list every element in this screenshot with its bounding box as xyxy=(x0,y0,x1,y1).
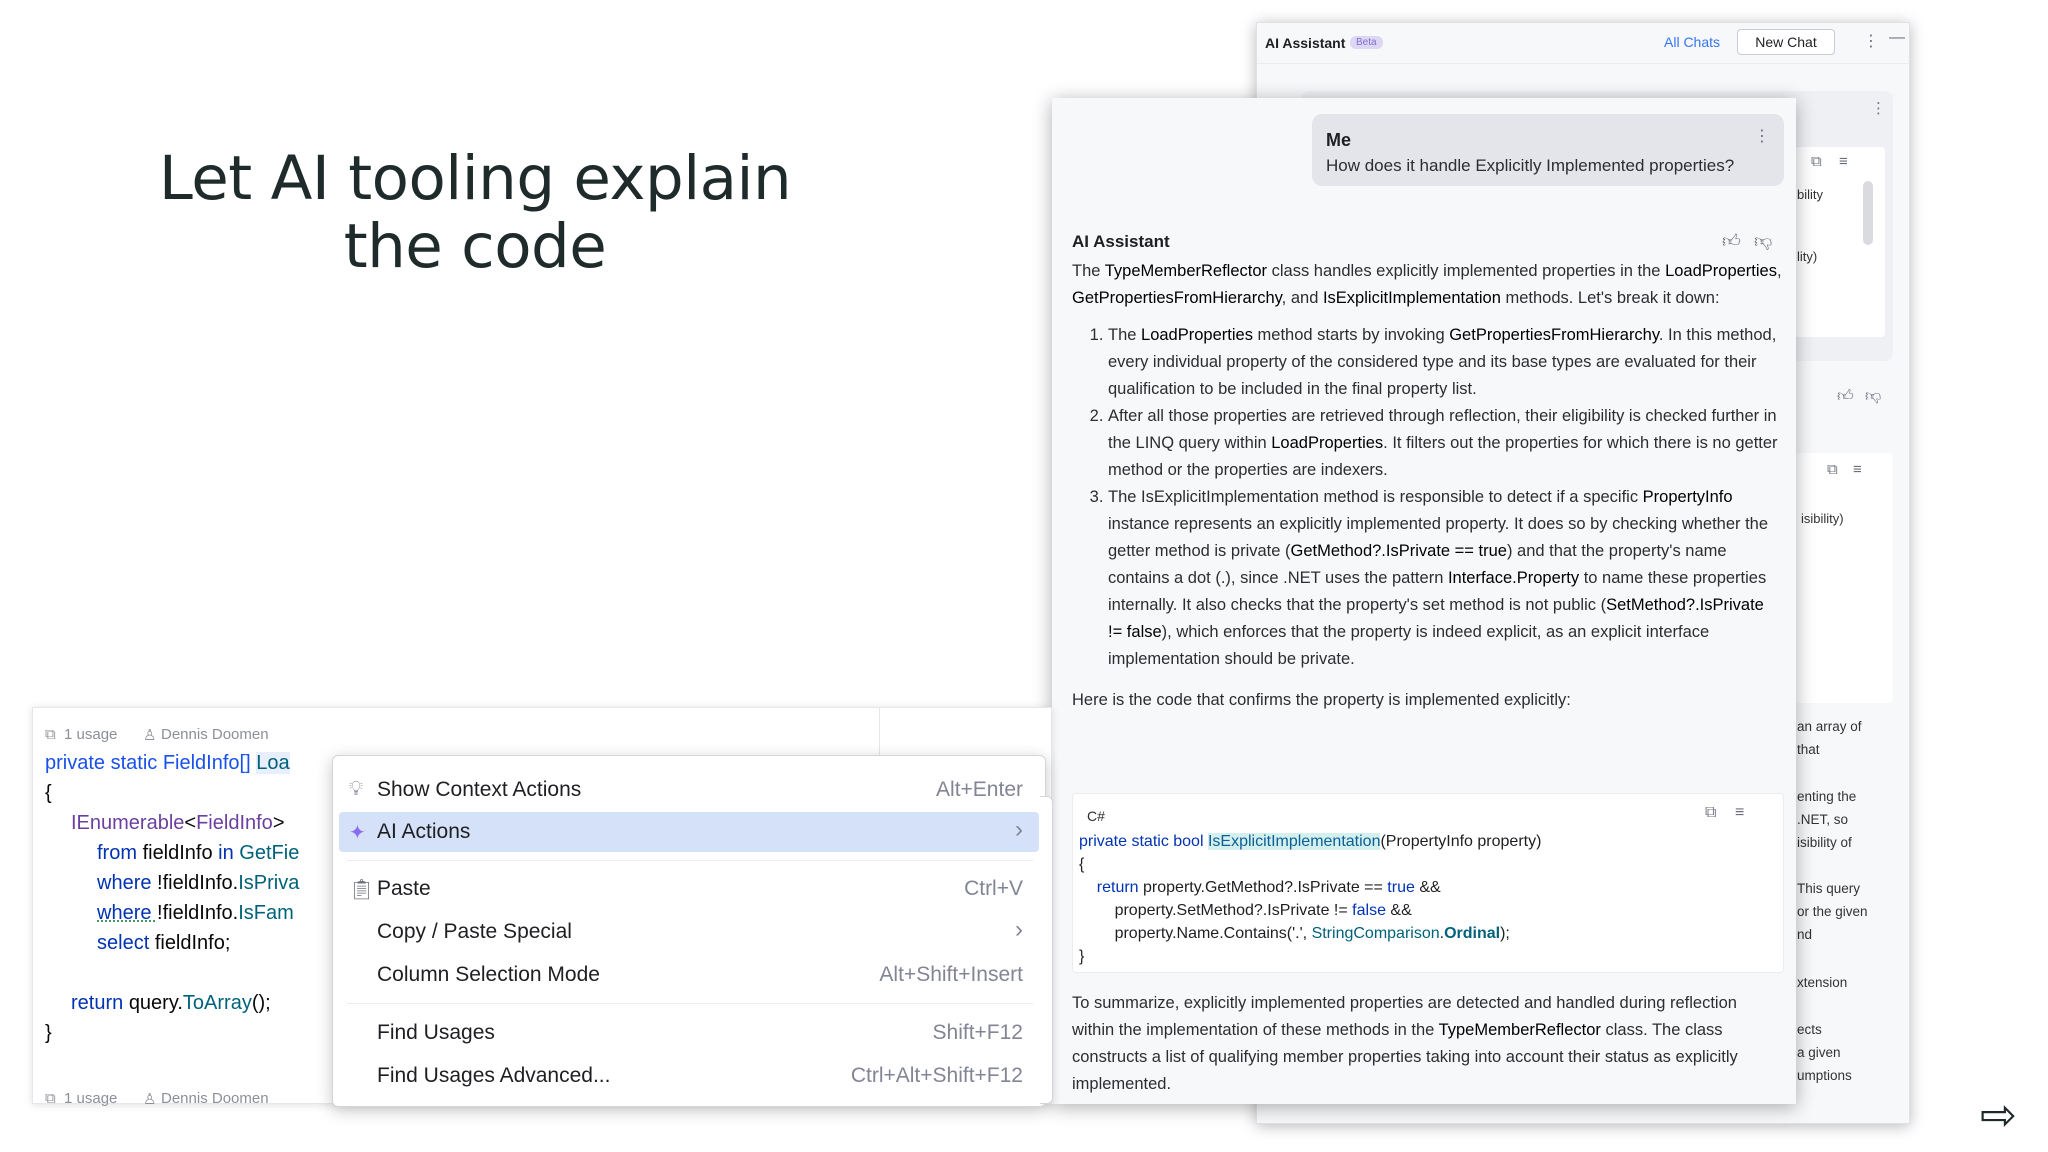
slide-title: Let AI tooling explain the code xyxy=(150,145,800,281)
answer-intro: The TypeMemberReflector class handles ex… xyxy=(1072,262,1782,307)
ai-actions-submenu xyxy=(1040,796,1053,1104)
code-line: private static FieldInfo[] Loa xyxy=(45,752,290,774)
code-card: ⧉ ≡ bility lity) xyxy=(1795,147,1885,337)
panel-header: AI Assistant Beta All Chats New Chat ⋮ — xyxy=(1257,23,1909,64)
clipboard-icon: 📋︎ xyxy=(349,879,375,901)
user-question: How does it handle Explicitly Implemente… xyxy=(1326,156,1735,175)
list-item: The LoadProperties method starts by invo… xyxy=(1108,322,1782,403)
text-fragment: ects xyxy=(1797,1022,1822,1037)
code-line: { xyxy=(45,782,52,804)
text-fragment: that xyxy=(1797,742,1820,757)
more-options-icon[interactable]: ⋮ xyxy=(1871,99,1886,117)
code-line: } xyxy=(45,1022,52,1044)
text-fragment: This query xyxy=(1797,881,1861,896)
text-fragment: or the given xyxy=(1797,904,1868,919)
text-fragment: xtension xyxy=(1797,975,1848,990)
author-icon: ♙ xyxy=(143,727,157,744)
list-item: The IsExplicitImplementation method is r… xyxy=(1108,484,1782,673)
code-intro: Here is the code that confirms the prope… xyxy=(1072,691,1571,709)
menu-item-copy-paste-special[interactable]: Copy / Paste Special › xyxy=(339,912,1039,952)
new-chat-button[interactable]: New Chat xyxy=(1737,29,1835,55)
code-line: where !fieldInfo.IsPriva xyxy=(97,872,300,894)
scrollbar[interactable] xyxy=(1863,181,1873,245)
author-name[interactable]: Dennis Doomen xyxy=(161,1090,269,1107)
next-slide-arrow-icon[interactable]: ⇨ xyxy=(1980,1094,2017,1138)
usage-inlay-icon: ⧉ xyxy=(45,1090,56,1107)
usage-count[interactable]: 1 usage xyxy=(64,1090,117,1107)
code-lines: private static bool IsExplicitImplementa… xyxy=(1079,833,1542,965)
menu-item-paste[interactable]: 📋︎ Paste Ctrl+V xyxy=(339,869,1039,909)
text-fragment: bility xyxy=(1797,187,1824,202)
text-fragment: .NET, so xyxy=(1797,812,1849,827)
copy-icon[interactable]: ⧉ xyxy=(1827,461,1838,478)
usage-count[interactable]: 1 usage xyxy=(64,726,117,743)
submenu-arrow-icon: › xyxy=(1015,916,1023,943)
code-line: IEnumerable<FieldInfo> xyxy=(71,812,285,834)
code-line: from fieldInfo in GetFie xyxy=(97,842,300,864)
assistant-name: AI Assistant xyxy=(1072,232,1170,251)
thumbs-down-icon[interactable]: 👎︎ xyxy=(1754,230,1772,252)
copy-icon[interactable]: ⧉ xyxy=(1811,153,1822,170)
code-line: where !fieldInfo.IsFam xyxy=(97,902,294,924)
text-fragment: nd xyxy=(1797,927,1813,942)
author-icon: ♙ xyxy=(143,1091,157,1108)
text-fragment: isibility of xyxy=(1797,835,1852,850)
editor-context-menu: 💡︎ Show Context Actions Alt+Enter ✦ AI A… xyxy=(332,755,1046,1107)
all-chats-link[interactable]: All Chats xyxy=(1664,34,1720,50)
usage-inlay-icon: ⧉ xyxy=(45,726,56,743)
code-language: C# xyxy=(1087,808,1105,824)
text-fragment: a given xyxy=(1797,1045,1841,1060)
text-fragment: enting the xyxy=(1797,789,1857,804)
more-options-icon[interactable]: ⋮ xyxy=(1863,31,1879,51)
slide-title-line-2: the code xyxy=(343,211,607,282)
text-fragment: umptions xyxy=(1797,1068,1852,1083)
beta-badge: Beta xyxy=(1350,36,1383,49)
menu-item-column-selection-mode[interactable]: Column Selection Mode Alt+Shift+Insert xyxy=(339,955,1039,995)
author-name[interactable]: Dennis Doomen xyxy=(161,726,269,743)
code-line: return query.ToArray(); xyxy=(71,992,271,1014)
user-name: Me xyxy=(1326,130,1352,150)
thumbs-up-icon[interactable]: 👍︎ xyxy=(1722,230,1741,252)
menu-item-find-usages-advanced[interactable]: Find Usages Advanced... Ctrl+Alt+Shift+F… xyxy=(339,1056,1039,1096)
panel-title: AI Assistant xyxy=(1265,35,1346,51)
insert-icon[interactable]: ≡ xyxy=(1839,153,1848,170)
minimize-icon[interactable]: — xyxy=(1889,29,1905,47)
slide-title-line-1: Let AI tooling explain xyxy=(158,143,792,214)
assistant-answer: The TypeMemberReflector class handles ex… xyxy=(1072,258,1782,714)
text-fragment: an array of xyxy=(1797,719,1862,734)
menu-item-show-context-actions[interactable]: 💡︎ Show Context Actions Alt+Enter xyxy=(339,770,1039,810)
more-options-icon[interactable]: ⋮ xyxy=(1754,126,1770,146)
insert-icon[interactable]: ≡ xyxy=(1853,461,1862,478)
menu-item-find-usages[interactable]: Find Usages Shift+F12 xyxy=(339,1013,1039,1053)
sparkle-icon: ✦ xyxy=(349,822,366,844)
code-card: ⧉ ≡ isibility) xyxy=(1795,453,1893,703)
text-fragment: lity) xyxy=(1797,249,1818,264)
thumbs-up-icon[interactable]: 👍︎ xyxy=(1837,387,1854,406)
submenu-arrow-icon: › xyxy=(1015,816,1023,843)
insert-at-caret-icon[interactable]: ≡ xyxy=(1735,804,1744,822)
answer-steps: The LoadProperties method starts by invo… xyxy=(1072,322,1782,673)
user-message: Me How does it handle Explicitly Impleme… xyxy=(1312,114,1784,186)
list-item: After all those properties are retrieved… xyxy=(1108,403,1782,484)
menu-separator xyxy=(347,860,1033,861)
menu-item-ai-actions[interactable]: ✦ AI Actions › xyxy=(339,812,1039,852)
ai-chat-response-panel: Me How does it handle Explicitly Impleme… xyxy=(1052,98,1796,1104)
answer-summary: To summarize, explicitly implemented pro… xyxy=(1072,994,1738,1093)
code-line: select fieldInfo; xyxy=(97,932,231,954)
code-snippet: C# ⧉ ≡ private static bool IsExplicitImp… xyxy=(1072,793,1784,973)
bulb-icon: 💡︎ xyxy=(349,778,363,800)
editor-divider xyxy=(879,708,880,756)
copy-icon[interactable]: ⧉ xyxy=(1705,804,1716,822)
thumbs-down-icon[interactable]: 👎︎ xyxy=(1865,387,1881,406)
menu-separator xyxy=(347,1003,1033,1004)
text-fragment: isibility) xyxy=(1801,511,1844,526)
